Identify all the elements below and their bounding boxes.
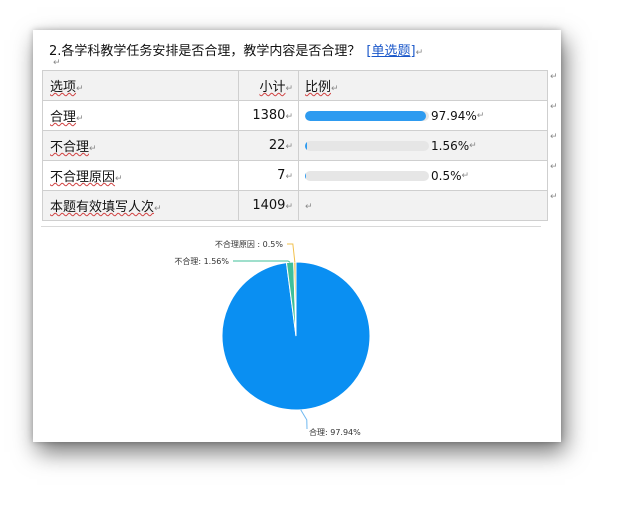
pie-chart: 合理: 97.94% 不合理: 1.56% 不合理原因 : 0.5% (174, 239, 371, 437)
pie-data-label: 不合理原因 : 0.5% (215, 239, 284, 249)
pie-leader-line (233, 260, 291, 263)
pie-data-label: 不合理: 1.56% (174, 256, 229, 266)
pie-leader-line (300, 409, 308, 430)
pie-leader-line (287, 243, 296, 263)
pie-data-label: 合理: 97.94% (309, 427, 361, 437)
survey-result-page: 2.各学科教学任务安排是否合理，教学内容是否合理？ [单选题]↵ ↵ 选项↵ 小计… (33, 30, 561, 442)
